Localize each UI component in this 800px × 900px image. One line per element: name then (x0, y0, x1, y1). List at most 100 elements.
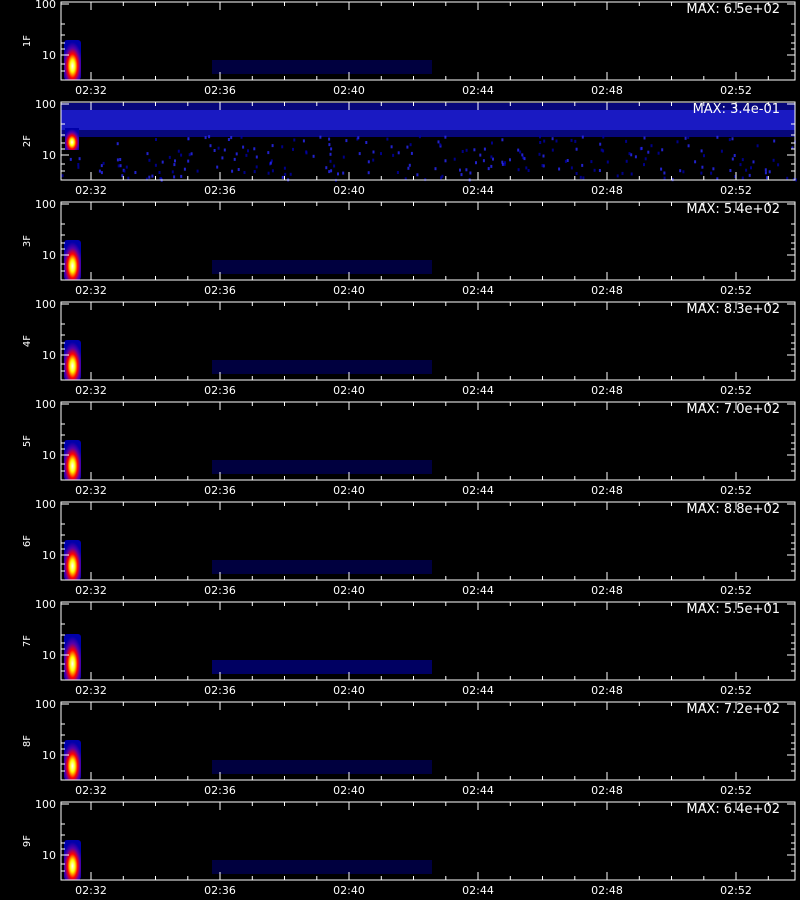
noise-speck (312, 154, 315, 158)
x-tick-label: 02:52 (720, 84, 752, 97)
noise-speck (216, 165, 219, 169)
burst-mark (64, 240, 81, 280)
noise-speck (357, 136, 360, 140)
noise-speck (475, 161, 477, 165)
panel-svg: 1F 10 100 02:32 02:36 02:40 02:44 02:48 02:52 MAX… (22, 0, 796, 97)
noise-speck (240, 135, 243, 139)
noise-speck (509, 158, 511, 162)
noise-speck (408, 163, 411, 167)
panel-svg: 2F 10 100 02:32 02:36 02:40 02:44 02:48 02:52 MAX… (22, 100, 797, 197)
noise-speck (372, 158, 375, 162)
noise-speck (116, 142, 119, 146)
y-tick-label: 100 (35, 100, 56, 111)
panel-svg: 8F 10 100 02:32 02:36 02:40 02:44 02:48 02:52 MAX… (22, 700, 796, 797)
noise-speck (661, 148, 664, 152)
noise-speck (392, 153, 395, 157)
noise-speck (602, 135, 605, 139)
noise-speck (380, 152, 382, 156)
x-tick-label: 02:36 (204, 584, 236, 597)
noise-speck (756, 144, 759, 148)
noise-speck (575, 172, 578, 175)
noise-speck (600, 148, 603, 152)
y-axis-label: 4F (22, 335, 33, 347)
noise-speck (590, 160, 593, 164)
noise-speck (487, 167, 490, 171)
y-tick-label: 10 (42, 549, 56, 562)
x-tick-label: 02:36 (204, 84, 236, 97)
y-axis-label: 2F (22, 135, 33, 147)
noise-speck (701, 165, 704, 169)
noise-speck (284, 172, 287, 176)
x-tick-label: 02:52 (720, 684, 752, 697)
x-tick-label: 02:52 (720, 584, 752, 597)
y-tick-label: 100 (35, 800, 56, 811)
noise-speck (582, 176, 585, 180)
noise-speck (127, 176, 130, 180)
spectrogram-panel-8f: 8F 10 100 02:32 02:36 02:40 02:44 02:48 02:52 MAX… (0, 700, 800, 800)
noise-speck (621, 171, 624, 175)
noise-speck (574, 139, 577, 143)
noise-speck (564, 159, 567, 163)
x-tick-label: 02:32 (75, 684, 107, 697)
noise-speck (752, 160, 755, 164)
max-label: MAX: 7.0e+02 (686, 402, 780, 417)
noise-speck (188, 153, 191, 157)
burst-mark (64, 634, 81, 680)
noise-speck (337, 172, 339, 176)
x-tick-label: 02:36 (204, 884, 236, 897)
noise-speck (599, 142, 602, 146)
noise-speck (558, 167, 561, 171)
noise-speck (289, 172, 292, 176)
noise-speck (168, 155, 171, 159)
x-tick-label: 02:32 (75, 884, 107, 897)
burst-mark (64, 440, 81, 480)
y-tick-label: 10 (42, 449, 56, 462)
noise-speck (676, 140, 679, 144)
noise-speck (733, 154, 736, 157)
noise-speck (77, 165, 80, 169)
noise-speck (679, 169, 682, 173)
x-tick-label: 02:32 (75, 384, 107, 397)
noise-speck (777, 163, 780, 167)
noise-speck (650, 144, 653, 148)
noise-speck (581, 163, 584, 167)
noise-speck (174, 159, 176, 163)
noise-speck (575, 147, 578, 151)
noise-speck (329, 159, 332, 163)
noise-speck (453, 157, 456, 161)
spectrogram-panel-1f: 1F 10 100 02:32 02:36 02:40 02:44 02:48 02:52 MAX… (0, 0, 800, 100)
faint-streak (212, 60, 432, 74)
noise-speck (148, 175, 151, 179)
noise-speck (731, 137, 734, 141)
y-tick-label: 10 (42, 749, 56, 762)
noise-speck (406, 145, 409, 149)
y-tick-label: 10 (42, 149, 56, 162)
noise-speck (764, 168, 767, 172)
noise-speck (365, 141, 368, 144)
noise-speck (479, 153, 482, 157)
noise-speck (397, 151, 400, 155)
x-tick-label: 02:40 (333, 84, 365, 97)
faint-streak (212, 760, 432, 774)
noise-speck (542, 154, 545, 158)
noise-speck (100, 171, 103, 175)
noise-speck (739, 163, 742, 167)
noise-speck (694, 160, 697, 164)
noise-speck (772, 158, 775, 162)
spectrogram-panel-3f: 3F 10 100 02:32 02:36 02:40 02:44 02:48 02:52 MAX… (0, 200, 800, 300)
noise-speck (606, 160, 609, 164)
spectrogram-panel-9f: 9F 10 100 02:32 02:36 02:40 02:44 02:48 02:52 MAX… (0, 800, 800, 900)
noise-speck (643, 163, 645, 167)
noise-speck (116, 158, 119, 162)
x-tick-label: 02:48 (591, 684, 623, 697)
noise-speck (171, 170, 174, 174)
max-label: MAX: 5.5e+01 (686, 602, 780, 617)
noise-speck (410, 151, 413, 155)
x-tick-label: 02:40 (333, 184, 365, 197)
x-tick-label: 02:36 (204, 684, 236, 697)
x-tick-label: 02:48 (591, 284, 623, 297)
y-tick-label: 100 (35, 200, 56, 211)
x-tick-label: 02:48 (591, 84, 623, 97)
burst-mark (64, 740, 81, 780)
noise-speck (123, 169, 126, 173)
